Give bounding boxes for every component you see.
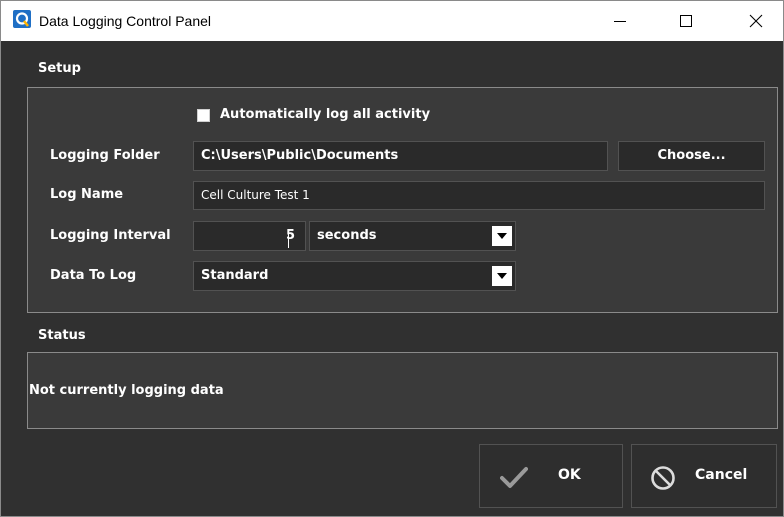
chevron-down-icon[interactable] — [492, 266, 512, 286]
setup-section-label: Setup — [38, 61, 81, 76]
data-to-log-select[interactable]: Standard — [193, 261, 516, 291]
text-caret — [288, 232, 289, 248]
close-button[interactable] — [733, 1, 779, 41]
data-to-log-label: Data To Log — [50, 268, 137, 283]
minimize-button[interactable] — [597, 1, 643, 41]
status-message: Not currently logging data — [29, 383, 224, 398]
interval-unit-value: seconds — [317, 228, 377, 243]
cancel-button[interactable]: Cancel — [631, 444, 777, 508]
maximize-icon — [680, 15, 692, 27]
maximize-button[interactable] — [663, 1, 709, 41]
log-name-label: Log Name — [50, 187, 124, 202]
data-to-log-value: Standard — [201, 268, 269, 283]
ok-button[interactable]: OK — [479, 444, 623, 508]
ok-label: OK — [558, 467, 581, 483]
chevron-down-icon[interactable] — [492, 226, 512, 246]
app-logo-icon — [13, 10, 31, 28]
close-icon — [749, 14, 763, 28]
status-section-label: Status — [38, 328, 86, 343]
logging-folder-field[interactable]: C:\Users\Public\Documents — [193, 141, 608, 171]
window-title: Data Logging Control Panel — [39, 13, 212, 29]
checkmark-icon — [500, 467, 528, 488]
auto-log-label[interactable]: Automatically log all activity — [220, 107, 430, 122]
data-logging-window: Data Logging Control Panel Setup Automat… — [0, 0, 784, 517]
auto-log-checkbox[interactable] — [197, 109, 210, 122]
title-bar[interactable]: Data Logging Control Panel — [1, 1, 783, 41]
cancel-label: Cancel — [695, 467, 748, 483]
interval-unit-select[interactable]: seconds — [309, 221, 516, 251]
log-name-field[interactable]: Cell Culture Test 1 — [193, 181, 765, 210]
logging-interval-input[interactable]: 5 — [193, 221, 306, 251]
logging-interval-label: Logging Interval — [50, 228, 171, 243]
minimize-icon — [614, 21, 626, 22]
logging-folder-label: Logging Folder — [50, 148, 160, 163]
cancel-icon — [651, 466, 675, 490]
choose-folder-button[interactable]: Choose... — [618, 141, 765, 171]
